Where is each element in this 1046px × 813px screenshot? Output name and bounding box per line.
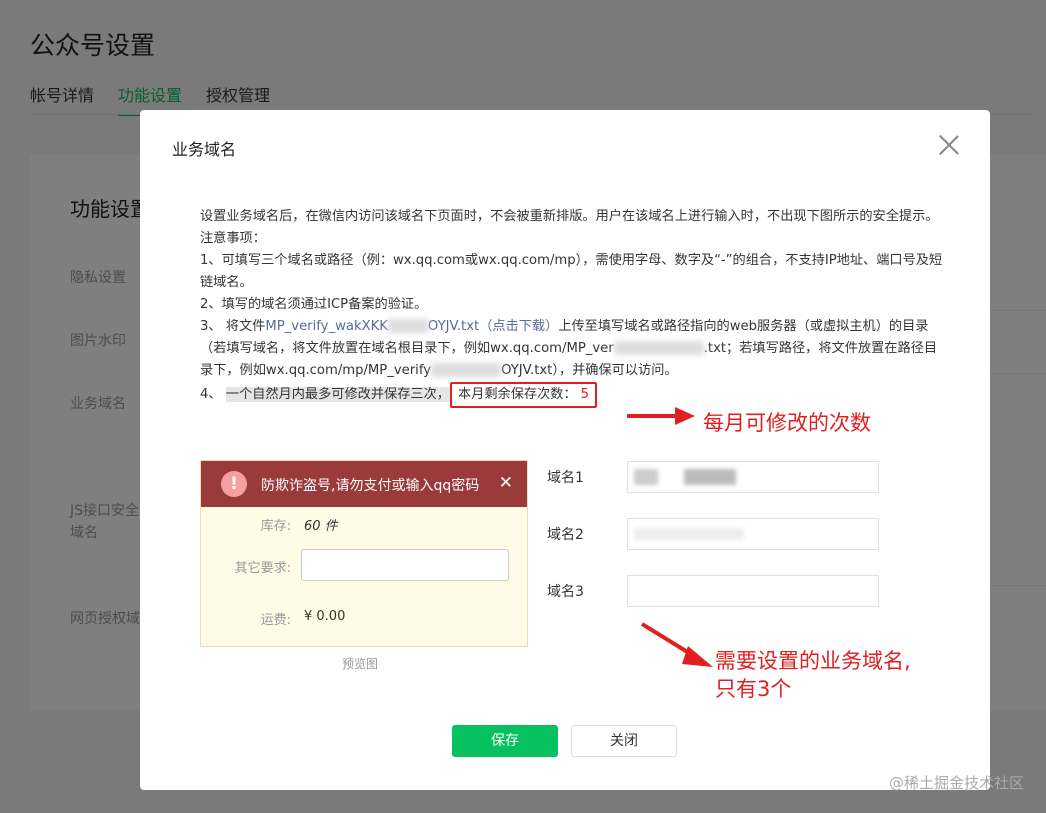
shipping-label: 运费:	[260, 613, 291, 628]
watermark: @稀土掘金技术社区	[888, 774, 1024, 792]
preview-image: ! 防欺诈盗号,请勿支付或输入qq密码 ✕ 库存: 60 件 其它要求: 运费:…	[200, 460, 528, 647]
close-icon[interactable]	[938, 134, 960, 156]
save-button[interactable]: 保存	[452, 725, 558, 757]
annotation-domains: 需要设置的业务域名, 只有3个	[715, 649, 911, 701]
stock-value: 60 件	[304, 519, 338, 534]
dialog-title: 业务域名	[172, 140, 237, 159]
domain-3-input[interactable]	[627, 575, 879, 607]
download-link[interactable]: （点击下载）	[479, 319, 558, 334]
redacted-block	[613, 341, 704, 355]
note-2: 2、填写的域名须通过ICP备案的验证。	[200, 297, 428, 312]
redacted-block	[387, 319, 428, 333]
other-requirements-input	[301, 549, 509, 581]
close-button[interactable]: 关闭	[571, 725, 677, 757]
other-requirements-label: 其它要求:	[234, 561, 291, 576]
warning-bar: ! 防欺诈盗号,请勿支付或输入qq密码 ✕	[201, 461, 527, 507]
annotation-monthly-limit: 每月可修改的次数	[703, 411, 871, 435]
shipping-value: ¥ 0.00	[304, 609, 346, 624]
close-icon: ✕	[498, 473, 513, 493]
remaining-count: 5	[580, 387, 590, 402]
domain-2-label: 域名2	[547, 527, 584, 543]
alert-icon: !	[221, 471, 247, 497]
arrow-down-right-icon	[640, 622, 713, 667]
redacted-block	[634, 528, 744, 540]
notes-title: 注意事项：	[200, 231, 266, 246]
preview-caption: 预览图	[342, 657, 379, 671]
arrow-right-icon	[627, 407, 695, 425]
desc-intro: 设置业务域名后，在微信内访问该域名下页面时，不会被重新排版。用户在该域名上进行输…	[200, 209, 939, 224]
business-domain-dialog: 业务域名 设置业务域名后，在微信内访问该域名下页面时，不会被重新排版。用户在该域…	[140, 110, 990, 790]
remaining-count-box: 本月剩余保存次数： 5	[449, 382, 598, 408]
note-3: 3、 将文件MP_verify_wakXKK OYJV.txt（点击下载）上传至填…	[200, 319, 938, 378]
warning-text: 防欺诈盗号,请勿支付或输入qq密码	[261, 478, 480, 494]
domain-1-input[interactable]	[627, 461, 879, 493]
monthly-limit-text: 一个自然月内最多可修改并保存三次，	[225, 387, 450, 402]
verify-filename: MP_verify_wakXKK	[265, 319, 388, 334]
redacted-block	[634, 469, 658, 485]
domain-3-label: 域名3	[547, 584, 584, 600]
domain-1-label: 域名1	[547, 470, 584, 486]
redacted-block	[431, 363, 502, 377]
domain-2-input[interactable]	[627, 518, 879, 550]
note-1: 1、可填写三个域名或路径（例：wx.qq.com或wx.qq.com/mp），需…	[200, 253, 943, 290]
note-4: 4、 一个自然月内最多可修改并保存三次， 本月剩余保存次数： 5	[200, 382, 950, 408]
dialog-description: 设置业务域名后，在微信内访问该域名下页面时，不会被重新排版。用户在该域名上进行输…	[200, 206, 950, 408]
redacted-block	[684, 469, 736, 485]
stock-label: 库存:	[260, 519, 291, 534]
